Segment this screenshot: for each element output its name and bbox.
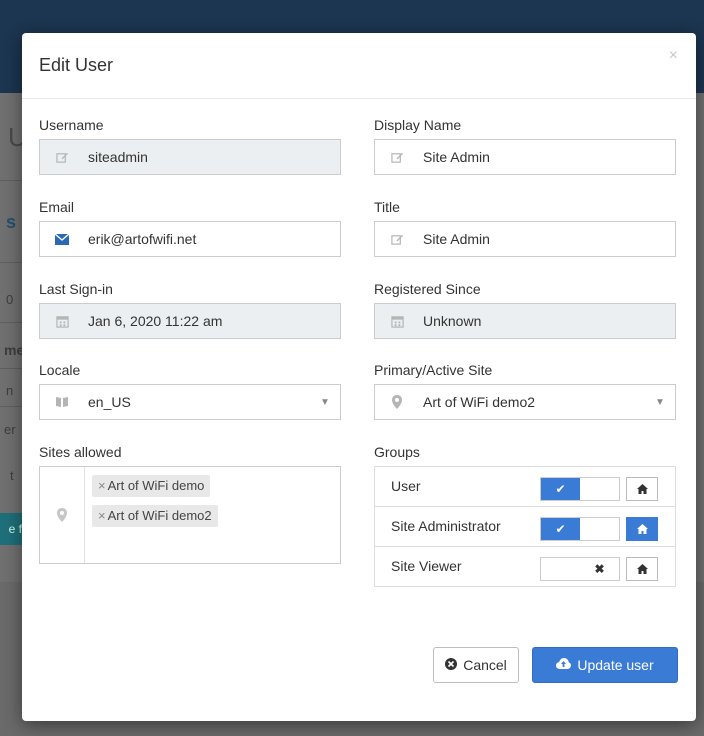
map-marker-icon xyxy=(40,467,85,563)
update-user-button[interactable]: Update user xyxy=(532,647,678,683)
locale-value: en_US xyxy=(88,394,131,410)
group-toggle[interactable]: ✔ xyxy=(540,477,620,501)
title-label: Title xyxy=(374,199,400,215)
group-name: User xyxy=(391,478,421,494)
pencil-icon xyxy=(375,222,419,256)
times-circle-icon xyxy=(445,657,458,673)
chevron-down-icon[interactable]: ▼ xyxy=(645,397,675,408)
username-value: siteadmin xyxy=(88,149,148,165)
site-tag-label: Art of WiFi demo2 xyxy=(107,508,212,523)
groups-list: User ✔ Site Administrator ✔ Site Viewer xyxy=(374,466,676,587)
background-text: 0 xyxy=(6,292,14,307)
envelope-icon xyxy=(40,222,84,256)
tag-remove-button[interactable]: × xyxy=(98,508,106,523)
display-name-value: Site Admin xyxy=(423,149,490,165)
group-row-site-viewer: Site Viewer ✖ xyxy=(375,547,675,586)
primary-site-field: Primary/Active Site Art of WiFi demo2 ▼ xyxy=(374,360,676,420)
username-label: Username xyxy=(39,117,104,133)
email-input[interactable]: erik@artofwifi.net xyxy=(39,221,341,257)
display-name-field: Display Name Site Admin xyxy=(374,115,676,175)
title-input[interactable]: Site Admin xyxy=(374,221,676,257)
site-tag: × Art of WiFi demo2 xyxy=(92,505,218,527)
registered-since-label: Registered Since xyxy=(374,281,481,297)
background-text: t xyxy=(10,468,14,483)
background-section-title: s xyxy=(6,212,17,232)
locale-label: Locale xyxy=(39,362,81,378)
email-field: Email erik@artofwifi.net xyxy=(39,197,341,257)
chevron-down-icon[interactable]: ▼ xyxy=(310,397,340,408)
pencil-icon xyxy=(40,140,84,174)
background-divider xyxy=(0,406,22,407)
locale-select[interactable]: en_US ▼ xyxy=(39,384,341,420)
background-divider xyxy=(0,368,22,369)
tag-remove-button[interactable]: × xyxy=(98,478,106,493)
last-signin-value: Jan 6, 2020 11:22 am xyxy=(88,313,223,329)
title-field: Title Site Admin xyxy=(374,197,676,257)
home-icon[interactable] xyxy=(626,557,658,581)
cancel-button-label: Cancel xyxy=(463,657,507,673)
username-field: Username siteadmin xyxy=(39,115,341,175)
email-label: Email xyxy=(39,199,75,215)
group-row-site-administrator: Site Administrator ✔ xyxy=(375,507,675,547)
pencil-icon xyxy=(375,140,419,174)
username-input[interactable]: siteadmin xyxy=(39,139,341,175)
close-button[interactable]: × xyxy=(669,47,678,65)
sites-allowed-multiselect[interactable]: × Art of WiFi demo × Art of WiFi demo2 xyxy=(39,466,341,564)
checkmark-icon: ✔ xyxy=(541,518,580,540)
map-marker-icon xyxy=(375,385,419,419)
groups-label: Groups xyxy=(374,444,420,460)
last-signin-field: Last Sign-in Jan 6, 2020 11:22 am xyxy=(39,279,341,339)
registered-since-value: Unknown xyxy=(423,313,482,329)
site-tag-label: Art of WiFi demo xyxy=(107,478,205,493)
registered-since-field: Registered Since Unknown xyxy=(374,279,676,339)
cancel-button[interactable]: Cancel xyxy=(433,647,519,683)
cloud-upload-icon xyxy=(556,658,572,672)
calendar-icon xyxy=(375,304,419,338)
background-divider xyxy=(0,180,22,181)
home-icon[interactable] xyxy=(626,517,658,541)
group-toggle[interactable]: ✔ xyxy=(540,517,620,541)
calendar-icon xyxy=(40,304,84,338)
update-user-button-label: Update user xyxy=(577,657,654,673)
background-text: er xyxy=(4,422,16,437)
group-toggle[interactable]: ✖ xyxy=(540,557,620,581)
display-name-input[interactable]: Site Admin xyxy=(374,139,676,175)
group-name: Site Administrator xyxy=(391,518,501,534)
book-icon xyxy=(40,385,84,419)
background-text: n xyxy=(6,383,14,398)
primary-site-select[interactable]: Art of WiFi demo2 ▼ xyxy=(374,384,676,420)
last-signin-input[interactable]: Jan 6, 2020 11:22 am xyxy=(39,303,341,339)
title-value: Site Admin xyxy=(423,231,490,247)
background-divider xyxy=(0,322,22,323)
modal-title: Edit User xyxy=(39,55,114,75)
background-button: e f xyxy=(0,513,24,545)
groups-field: Groups User ✔ Site Administrator ✔ Site … xyxy=(374,442,676,587)
registered-since-input[interactable]: Unknown xyxy=(374,303,676,339)
checkmark-icon: ✔ xyxy=(541,478,580,500)
primary-site-value: Art of WiFi demo2 xyxy=(423,394,536,410)
last-signin-label: Last Sign-in xyxy=(39,281,113,297)
group-row-user: User ✔ xyxy=(375,467,675,507)
modal-header: Edit User × xyxy=(22,33,696,99)
locale-field: Locale en_US ▼ xyxy=(39,360,341,420)
background-divider xyxy=(0,262,22,263)
primary-site-label: Primary/Active Site xyxy=(374,362,493,378)
edit-user-modal: Edit User × Username siteadmin Display N… xyxy=(22,33,696,721)
sites-allowed-field: Sites allowed × Art of WiFi demo × Art of … xyxy=(39,442,341,564)
email-value: erik@artofwifi.net xyxy=(88,231,197,247)
display-name-label: Display Name xyxy=(374,117,462,133)
home-icon[interactable] xyxy=(626,477,658,501)
sites-allowed-label: Sites allowed xyxy=(39,444,122,460)
group-name: Site Viewer xyxy=(391,558,462,574)
site-tag: × Art of WiFi demo xyxy=(92,475,211,497)
close-icon: ✖ xyxy=(594,562,605,576)
